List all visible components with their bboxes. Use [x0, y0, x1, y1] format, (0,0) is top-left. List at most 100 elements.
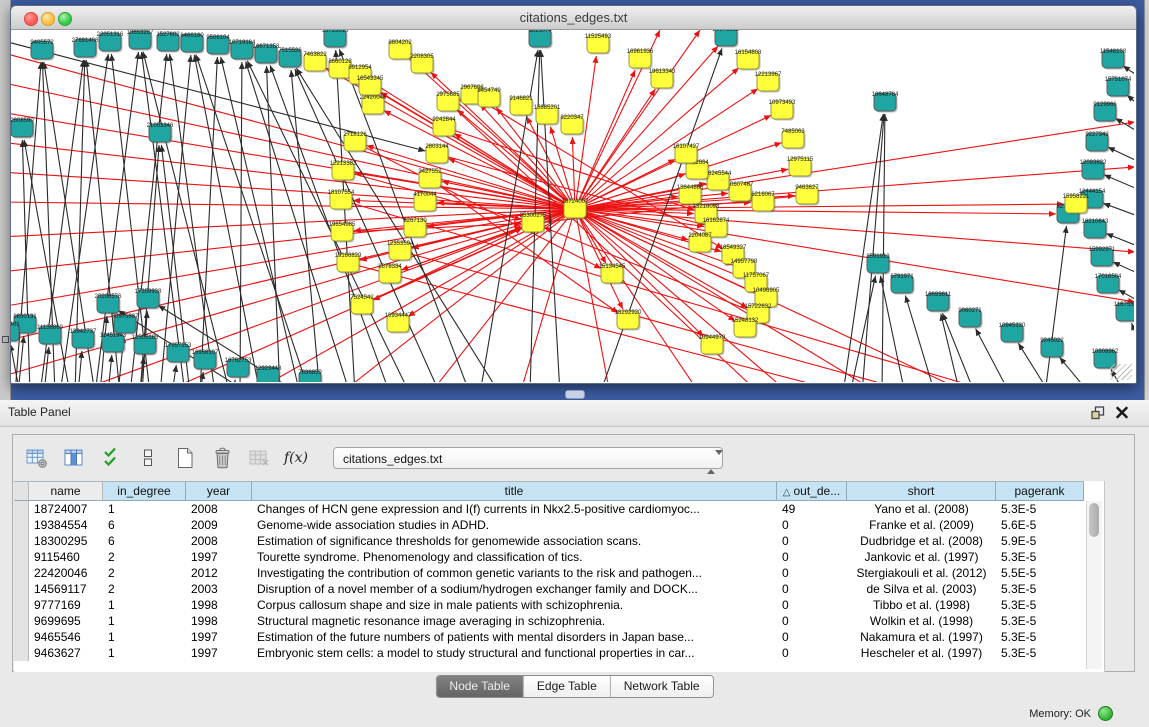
- table-cell[interactable]: 6: [103, 517, 186, 533]
- graph-node[interactable]: 6216067: [751, 192, 775, 213]
- table-cell[interactable]: 0: [777, 645, 847, 661]
- table-cell[interactable]: Investigating the contribution of common…: [252, 565, 777, 581]
- graph-edge[interactable]: [142, 52, 186, 382]
- graph-node[interactable]: 9060271: [958, 308, 982, 329]
- graph-node[interactable]: 12353594: [387, 241, 414, 262]
- graph-edge[interactable]: [1104, 175, 1134, 188]
- graph-node[interactable]: 16648784: [872, 92, 899, 113]
- graph-node[interactable]: 7515526: [278, 48, 302, 69]
- table-cell[interactable]: 5.3E-5: [996, 549, 1084, 565]
- network-window[interactable]: citations_edges.txt 94055722769140622051…: [10, 5, 1137, 384]
- graph-node[interactable]: 17957253: [165, 343, 192, 364]
- table-cell[interactable]: 1: [103, 629, 186, 645]
- graph-edge[interactable]: [1108, 147, 1134, 160]
- table-cell[interactable]: 0: [777, 581, 847, 597]
- table-scrollbar[interactable]: [1086, 501, 1102, 669]
- graph-node[interactable]: 8813074: [528, 30, 552, 49]
- graph-node[interactable]: 10944979: [699, 335, 726, 356]
- graph-node[interactable]: 9463627: [795, 185, 819, 206]
- graph-node[interactable]: 8604202: [388, 40, 412, 61]
- graph-node[interactable]: 9506104: [206, 35, 230, 56]
- graph-node[interactable]: 4170044: [413, 192, 437, 213]
- table-cell[interactable]: 5.3E-5: [996, 645, 1084, 661]
- graph-edge[interactable]: [194, 55, 260, 382]
- graph-node[interactable]: 8878334: [378, 264, 402, 285]
- table-scrollbar-thumb[interactable]: [1089, 503, 1099, 537]
- minimize-window-button[interactable]: [41, 12, 55, 26]
- graph-node[interactable]: 17016504: [1095, 274, 1122, 295]
- graph-edge[interactable]: [11, 209, 575, 377]
- table-row[interactable]: 969969511998Structural magnetic resonanc…: [14, 613, 1104, 629]
- graph-node[interactable]: 2608590: [11, 118, 35, 139]
- graph-edge[interactable]: [232, 380, 235, 382]
- table-cell[interactable]: 1998: [186, 613, 252, 629]
- graph-edge[interactable]: [400, 251, 920, 382]
- table-cell[interactable]: 6: [103, 533, 186, 549]
- graph-node[interactable]: 17359928: [135, 289, 162, 310]
- tab-edge-table[interactable]: Edge Table: [524, 676, 611, 697]
- graph-node[interactable]: 2975685: [436, 92, 460, 113]
- graph-edge[interactable]: [196, 54, 310, 382]
- table-row[interactable]: 1872400712008Changes of HCN gene express…: [14, 501, 1104, 517]
- table-cell[interactable]: Corpus callosum shape and size in male p…: [252, 597, 777, 613]
- column-header[interactable]: pagerank: [996, 481, 1084, 501]
- graph-node[interactable]: 9405572: [30, 40, 54, 61]
- table-cell[interactable]: 1: [103, 645, 186, 661]
- table-cell[interactable]: Estimation of significance thresholds fo…: [252, 533, 777, 549]
- graph-edge[interactable]: [240, 62, 242, 382]
- zoom-window-button[interactable]: [58, 12, 72, 26]
- graph-edge[interactable]: [575, 122, 1134, 209]
- table-cell[interactable]: 5.6E-5: [996, 517, 1084, 533]
- network-canvas[interactable]: 9405572276914062205131610653287152760264…: [11, 30, 1134, 382]
- graph-node[interactable]: 21053346: [147, 123, 174, 144]
- table-cell[interactable]: Estimation of the future numbers of pati…: [252, 629, 777, 645]
- graph-edge[interactable]: [221, 57, 300, 382]
- graph-edge[interactable]: [575, 70, 635, 209]
- graph-node[interactable]: 16543345: [357, 76, 384, 97]
- table-cell[interactable]: 1: [103, 501, 186, 517]
- graph-edge[interactable]: [843, 114, 883, 382]
- graph-node[interactable]: 15751074: [1105, 77, 1132, 98]
- table-row[interactable]: 946362711997Embryonic stem cells: a mode…: [14, 645, 1104, 661]
- table-cell[interactable]: Wolkin et al. (1998): [847, 613, 996, 629]
- table-cell[interactable]: 0: [777, 517, 847, 533]
- table-cell[interactable]: 0: [777, 629, 847, 645]
- graph-node[interactable]: 9129966: [1093, 102, 1117, 123]
- window-titlebar[interactable]: citations_edges.txt: [11, 6, 1136, 30]
- graph-node[interactable]: 15248132: [732, 318, 759, 339]
- table-cell[interactable]: 0: [777, 549, 847, 565]
- graph-edge[interactable]: [78, 351, 82, 382]
- tab-network-table[interactable]: Network Table: [611, 676, 713, 697]
- table-cell[interactable]: Tibbo et al. (1998): [847, 597, 996, 613]
- graph-edge[interactable]: [1119, 290, 1135, 299]
- graph-edge[interactable]: [575, 209, 1134, 302]
- graph-node[interactable]: 16961936: [627, 49, 654, 70]
- graph-edge[interactable]: [1106, 234, 1134, 246]
- graph-node[interactable]: 16154808: [735, 50, 762, 71]
- graph-node[interactable]: 22420046: [360, 95, 387, 116]
- graph-node[interactable]: 8267130: [403, 218, 427, 239]
- graph-node[interactable]: 22051316: [97, 32, 124, 53]
- table-cell[interactable]: Tourette syndrome. Phenomenology and cla…: [252, 549, 777, 565]
- table-cell[interactable]: de Silva et al. (2003): [847, 581, 996, 597]
- graph-node[interactable]: 16782753: [225, 358, 252, 379]
- function-builder-button[interactable]: f(x): [284, 446, 308, 470]
- graph-node[interactable]: 1527602: [156, 32, 180, 53]
- graph-node[interactable]: 13292920: [615, 310, 642, 331]
- graph-node[interactable]: 2803144: [425, 144, 449, 165]
- table-cell[interactable]: 0: [777, 597, 847, 613]
- graph-edge[interactable]: [340, 209, 575, 382]
- graph-edge[interactable]: [1060, 357, 1090, 382]
- graph-node[interactable]: 16934447: [385, 313, 412, 334]
- graph-edge[interactable]: [862, 114, 884, 382]
- graph-edge[interactable]: [22, 140, 30, 382]
- table-cell[interactable]: 1998: [186, 597, 252, 613]
- table-cell[interactable]: 0: [777, 533, 847, 549]
- table-row[interactable]: 946554611997Estimation of the future num…: [14, 629, 1104, 645]
- graph-node[interactable]: 11548108: [1100, 49, 1127, 70]
- table-cell[interactable]: 2008: [186, 533, 252, 549]
- graph-edge[interactable]: [348, 263, 850, 382]
- table-cell[interactable]: Hescheler et al. (1997): [847, 645, 996, 661]
- graph-edge[interactable]: [11, 52, 575, 209]
- panel-handle-icon[interactable]: [2, 336, 9, 343]
